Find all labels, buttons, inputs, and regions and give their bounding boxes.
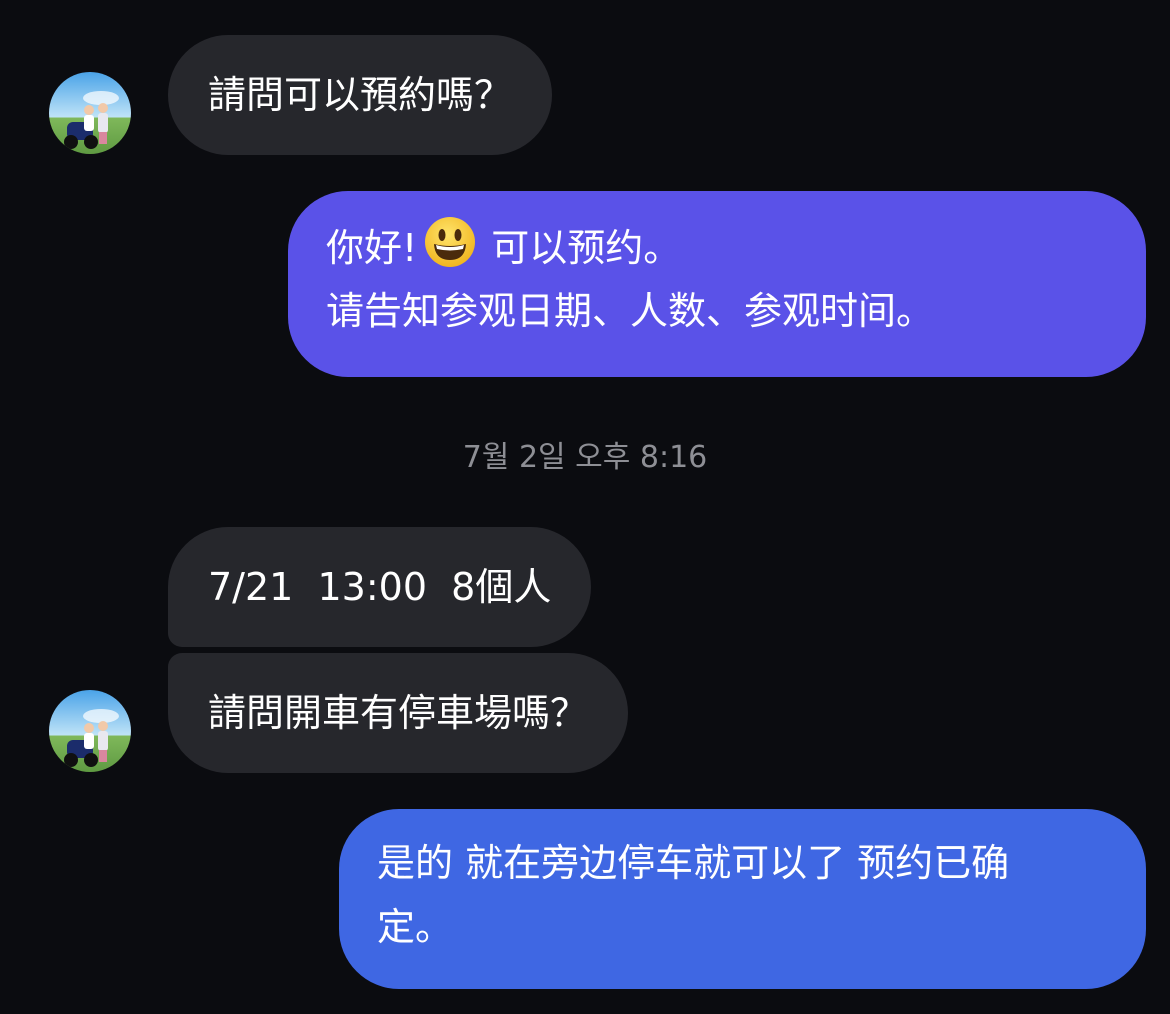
message-text: 可以预约。 (491, 226, 682, 270)
message-line: 是的 就在旁边停车就可以了 预约已确 (377, 831, 1108, 895)
message-line: 定。 (377, 895, 1108, 959)
message-text: 请告知参观日期、人数、参观时间。 (326, 289, 935, 333)
message-line: 你好! 可以预约。 (326, 215, 1108, 279)
outgoing-message[interactable]: 你好! 可以预约。 请告知参观日期、人数、参观时间。 (288, 191, 1146, 377)
message-text: 你好! (326, 226, 418, 270)
incoming-message[interactable]: 請問開車有停車場嗎？ (168, 653, 629, 773)
message-text: 定。 (377, 905, 454, 949)
incoming-message[interactable]: 7/21 13:00 8個人 (168, 527, 592, 647)
message-text: 請問開車有停車場嗎？ (208, 691, 589, 735)
message-thread: 請問可以預約嗎？ 你好! 可以预约。 请告知参观日期、人数、参观时间。 7월 2… (0, 0, 1170, 1014)
message-text: 7/21 13:00 8個人 (208, 565, 552, 609)
sender-avatar[interactable] (49, 690, 131, 772)
message-text: 是的 就在旁边停车就可以了 预约已确 (377, 841, 1010, 885)
timestamp: 7월 2일 오후 8:16 (462, 440, 708, 475)
message-line: 请告知参观日期、人数、参观时间。 (326, 279, 1108, 343)
message-text: 請問可以預約嗎？ (208, 73, 513, 117)
outgoing-message[interactable]: 是的 就在旁边停车就可以了 预约已确 定。 (339, 809, 1146, 989)
sender-avatar[interactable] (49, 72, 131, 154)
grinning-face-emoji-icon (423, 215, 477, 269)
incoming-message[interactable]: 請問可以預約嗎？ (168, 35, 553, 155)
